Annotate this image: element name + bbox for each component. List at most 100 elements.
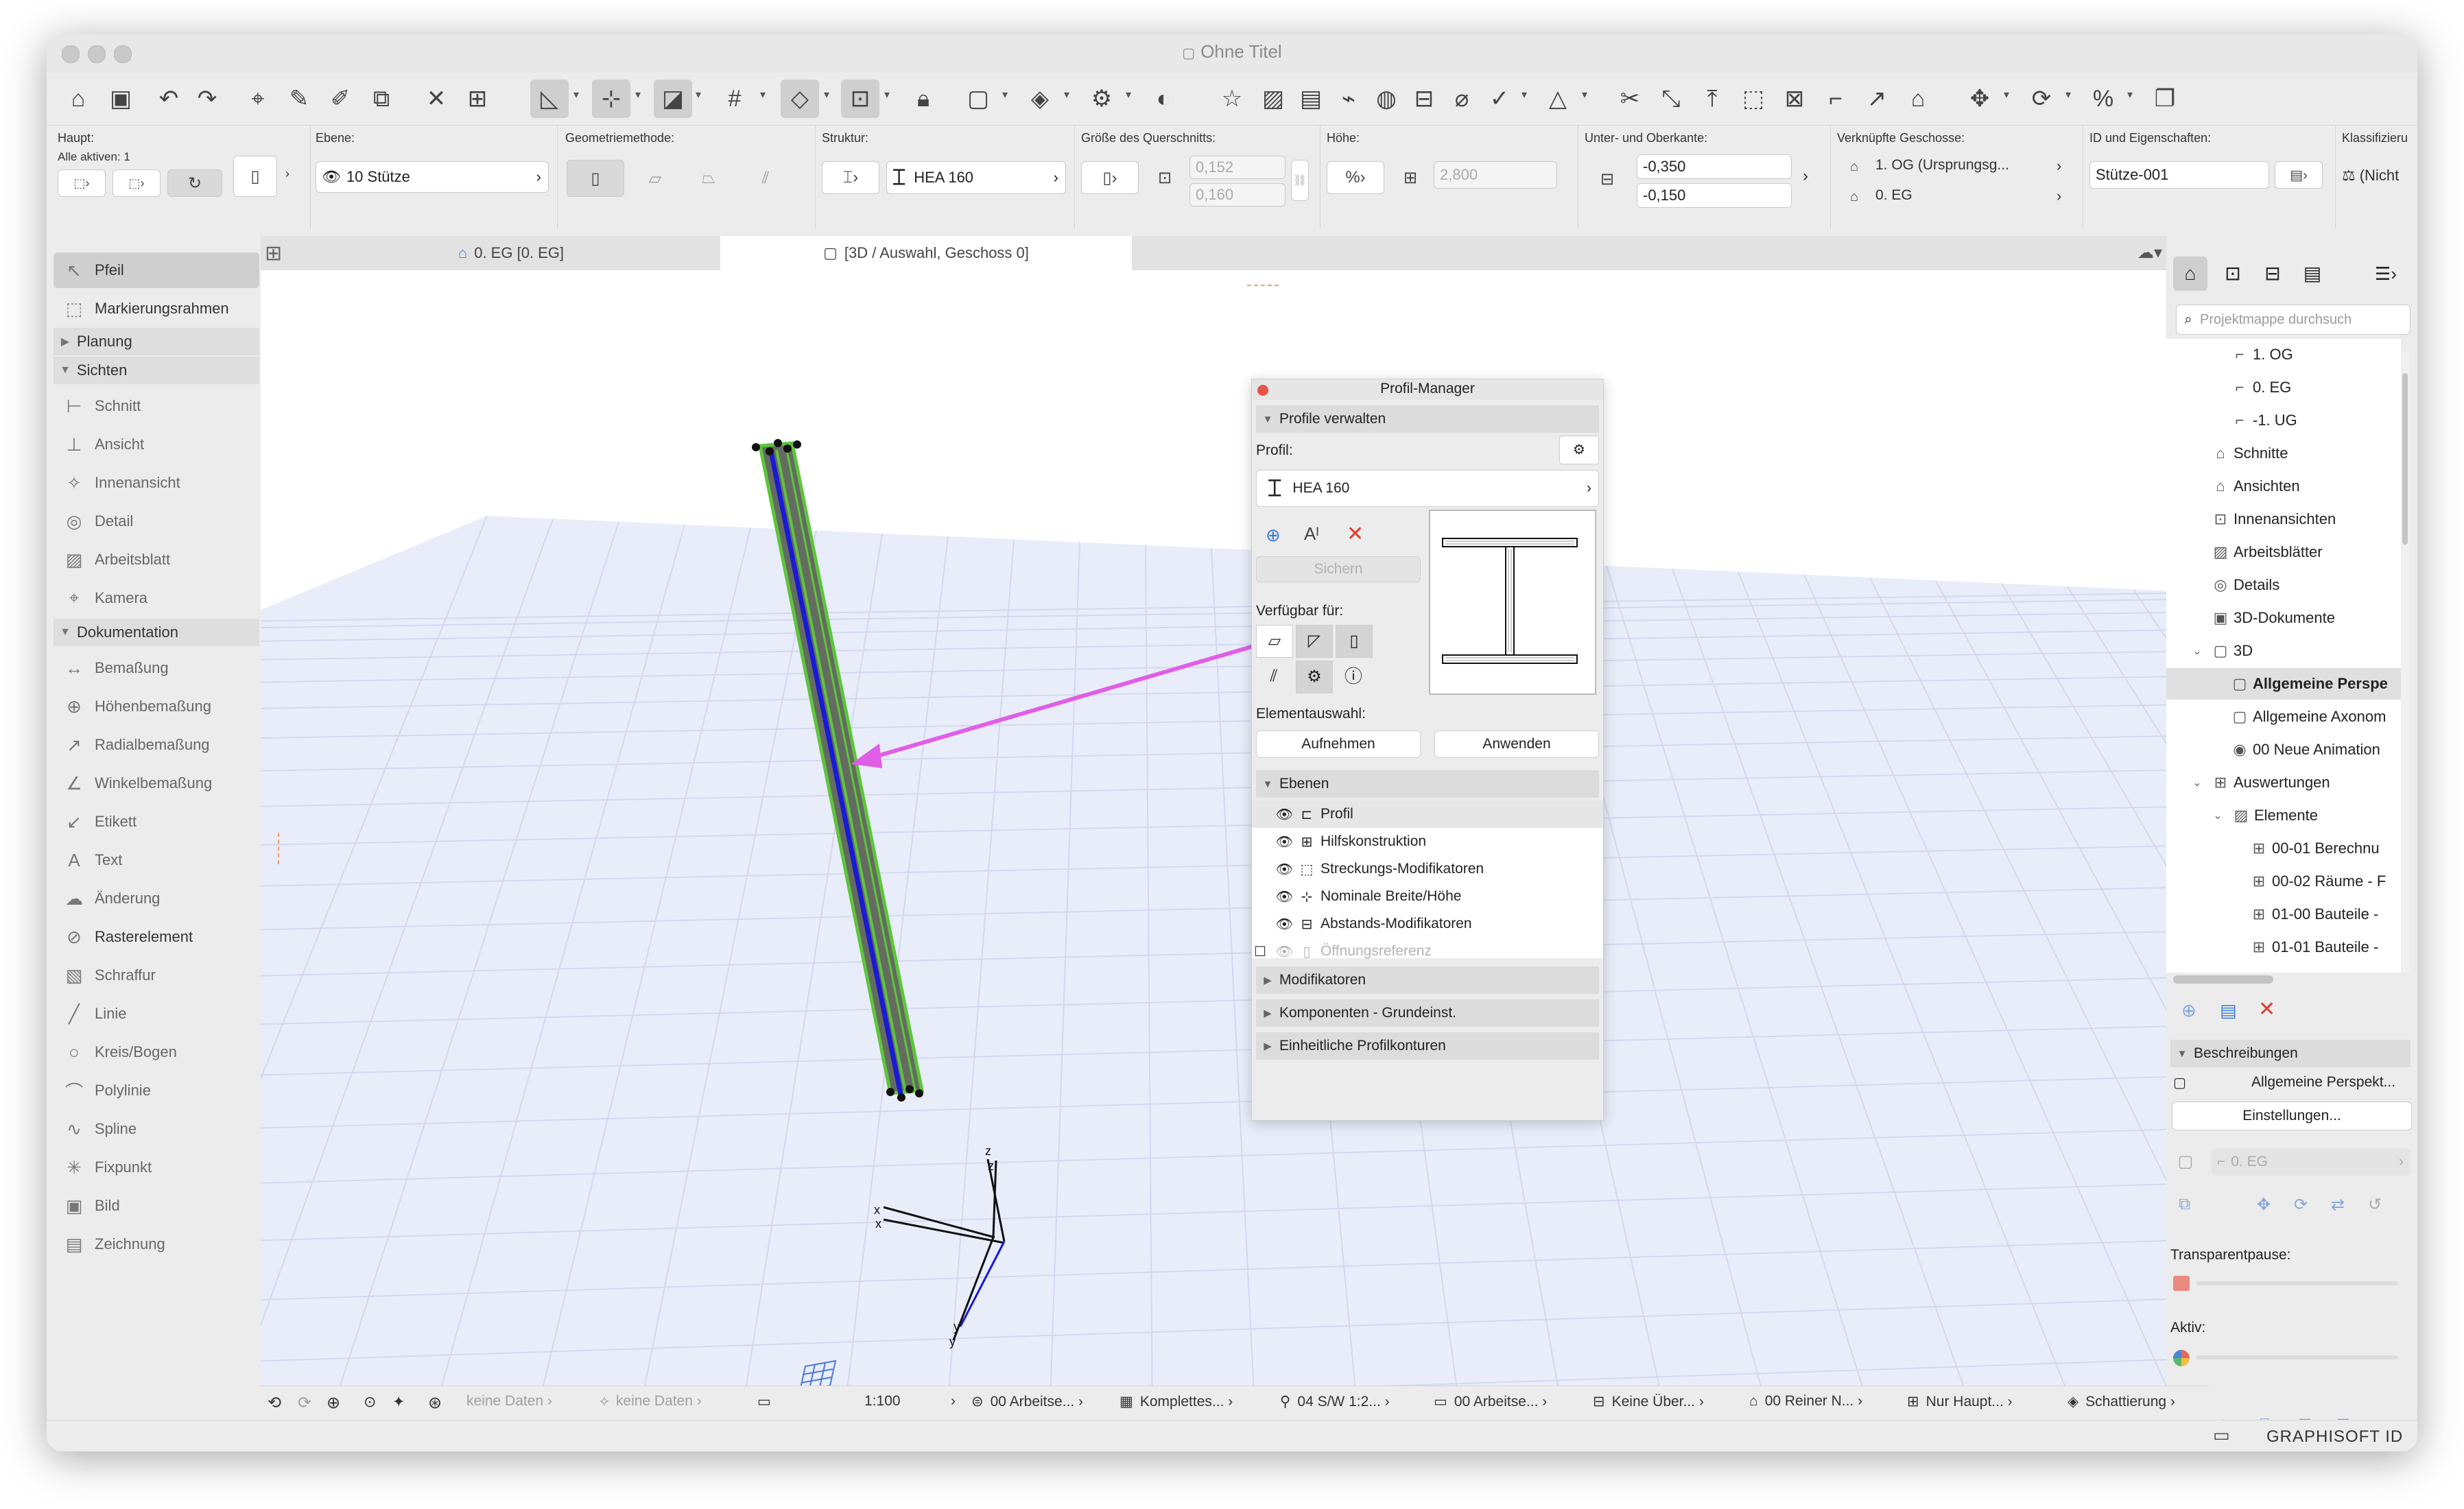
chevron-down-icon[interactable]: ▾ <box>760 88 766 102</box>
eye-icon[interactable]: 👁︎ <box>1252 861 1293 878</box>
layout-book-icon[interactable]: ▤ <box>1292 80 1330 118</box>
chevron-down-icon[interactable]: ▾ <box>824 88 829 102</box>
status-overrides[interactable]: ▭ 00 Arbeitse... › <box>1434 1393 1547 1410</box>
pick-up-icon[interactable]: ⌖ <box>239 80 277 118</box>
tool-ansicht[interactable]: ⊥ Ansicht <box>54 427 259 462</box>
available-wall-button[interactable]: ▱ <box>1256 625 1293 658</box>
chevron-down-icon[interactable]: ▾ <box>1582 88 1587 102</box>
stretch-icon[interactable]: ⬚ <box>1734 80 1773 118</box>
rotate-icon[interactable]: ⟲ <box>268 1393 281 1413</box>
link-dimensions-icon[interactable]: ⛓ <box>1291 160 1309 201</box>
status-layer-combination[interactable]: ⊜ 00 Arbeitse... › <box>971 1393 1083 1410</box>
tree-item[interactable]: ⌄ ▢ 3D <box>2187 635 2253 667</box>
layer-row-abstand[interactable]: 👁︎ ⊟ Abstands-Modifikatoren <box>1252 910 1603 938</box>
rotate-view-button[interactable]: ↻ <box>167 169 222 197</box>
graphisoft-icon[interactable]: ◐ <box>1144 80 1183 118</box>
height-value-field[interactable]: 2,800 <box>1434 161 1557 189</box>
selection-mode-button[interactable]: ⬚› <box>58 169 106 197</box>
tree-item[interactable]: ◎ Details <box>2207 569 2279 601</box>
tool-detail[interactable]: ◎ Detail <box>54 503 259 539</box>
status-keine-daten-2[interactable]: ⟡ keine Daten › <box>600 1393 702 1410</box>
link-icon[interactable]: ⌁ <box>1329 80 1368 118</box>
eye-icon[interactable]: 👁︎ <box>1268 943 1293 960</box>
resize-icon[interactable]: ⊠ <box>1775 80 1814 118</box>
height-field[interactable]: 0,160 <box>1189 183 1286 206</box>
tool-marquee[interactable]: ⬚ Markierungsrahmen <box>54 291 259 326</box>
section-profilkonturen[interactable]: ▶ Einheitliche Profilkonturen <box>1256 1032 1599 1060</box>
layer-row-nominal[interactable]: 👁︎ ⊹ Nominale Breite/Höhe <box>1252 883 1603 910</box>
tag-icon[interactable]: ⌀ <box>1443 80 1481 118</box>
checkbox-icon[interactable]: ☐ <box>1252 943 1268 960</box>
section-modifikatoren[interactable]: ▶ Modifikatoren <box>1256 966 1599 994</box>
tool-kamera[interactable]: ⌖ Kamera <box>54 580 259 616</box>
snap-points-icon[interactable]: ◪ <box>654 80 692 118</box>
status-pen-set[interactable]: ⚲ 04 S/W 1:2... › <box>1280 1393 1390 1410</box>
layer-row-profil[interactable]: 👁︎ ⊏ Profil <box>1252 800 1603 828</box>
guide-lines-icon[interactable]: ◺ <box>530 80 569 118</box>
tree-item-selected[interactable]: ▢ Allgemeine Perspe <box>2227 668 2388 700</box>
tree-item[interactable]: ⌄ ▨ Elemente <box>2207 800 2318 831</box>
tool-bemassung[interactable]: ↔ Bemaßung <box>54 650 259 686</box>
orbit-icon[interactable]: ⊙ <box>364 1393 376 1411</box>
group-dokumentation[interactable]: ▼ Dokumentation <box>54 619 259 646</box>
tool-schnitt[interactable]: ⊢ Schnitt <box>54 388 259 424</box>
delete-view-icon[interactable]: ✕ <box>2258 997 2275 1021</box>
chevron-right-icon[interactable]: › <box>1803 167 1808 186</box>
tree-item[interactable]: ▨ Arbeitsblätter <box>2207 536 2323 568</box>
suspend-groups-icon[interactable]: ▢ <box>959 80 997 118</box>
tree-item[interactable]: ▣ 3D-Dokumente <box>2207 602 2335 634</box>
chevron-right-icon[interactable]: › <box>2057 187 2061 205</box>
rotate-reference-icon[interactable]: ⟳ <box>2294 1195 2308 1215</box>
tab-floor-plan[interactable]: ⌂ 0. EG [0. EG] <box>302 236 720 270</box>
inject-icon[interactable]: ✐ <box>321 80 359 118</box>
layout-icon[interactable]: ⊞ <box>458 80 497 118</box>
fillet-icon[interactable]: ⌐ <box>1816 80 1855 118</box>
properties-button[interactable]: ▤› <box>2275 161 2323 189</box>
layout-book-icon[interactable]: ⊟ <box>2255 257 2290 291</box>
chevron-down-icon[interactable]: ▾ <box>1126 88 1131 102</box>
chevron-down-icon[interactable]: ▾ <box>1002 88 1008 102</box>
clone-view-icon[interactable]: ▤ <box>2220 1000 2237 1021</box>
add-view-icon[interactable]: ⊕ <box>2181 1000 2196 1021</box>
structure-type-button[interactable]: ⌶› <box>822 161 879 194</box>
eye-icon[interactable]: 👁︎ <box>1252 888 1293 905</box>
slant-button[interactable]: %› <box>1327 161 1384 194</box>
rotate-icon[interactable]: ⟳ <box>2022 80 2061 118</box>
graphisoft-id-link[interactable]: GRAPHISOFT ID <box>2266 1427 2403 1447</box>
chevron-down-icon[interactable]: ▾ <box>884 88 890 102</box>
tree-item[interactable]: ⌐ -1. UG <box>2227 405 2297 436</box>
available-handrail-button[interactable]: ⫽ <box>1256 661 1292 692</box>
star-icon[interactable]: ☆ <box>1213 80 1251 118</box>
attributes-icon[interactable]: ⊟ <box>1405 80 1443 118</box>
window-layout-icon[interactable]: ▭ <box>2213 1425 2230 1446</box>
tab-options-icon[interactable]: ☁▾ <box>2137 243 2162 263</box>
check-icon[interactable]: ✓ <box>1480 80 1519 118</box>
profile-select[interactable]: ⌶ HEA 160 › <box>886 161 1066 194</box>
redo-zoom-icon[interactable]: ⟳ <box>298 1393 311 1413</box>
geometry-slanted-button[interactable]: ▱ <box>631 160 679 197</box>
tool-arrow[interactable]: ↖ Pfeil <box>54 252 259 288</box>
snap-guides-icon[interactable]: ⊹ <box>592 80 630 118</box>
geometry-segmented-button[interactable]: ⫽ <box>738 160 793 197</box>
anchor-button[interactable]: ▯› <box>1081 161 1139 194</box>
move-icon[interactable]: ✥ <box>1960 80 1999 118</box>
eye-icon[interactable]: 👁︎ <box>1252 916 1293 933</box>
duplicate-icon[interactable]: ❐ <box>2146 80 2184 118</box>
transform-icon[interactable]: ⧉ <box>362 80 401 118</box>
move-reference-icon[interactable]: ✥ <box>2257 1195 2271 1215</box>
tool-kreis[interactable]: ○ Kreis/Bogen <box>54 1034 259 1070</box>
zoom-fit-icon[interactable]: ⊛ <box>428 1393 442 1413</box>
save-icon[interactable]: ▣ <box>102 80 140 118</box>
menu-icon[interactable]: ☰› <box>2365 257 2406 291</box>
status-renovation[interactable]: ⌂ 00 Reiner N... › <box>1749 1393 1862 1410</box>
syringe-icon[interactable]: ✎ <box>280 80 318 118</box>
profile-settings-icon[interactable]: ⚙ <box>1559 436 1599 464</box>
home-icon[interactable]: ⌂ <box>59 80 97 118</box>
scissors-icon[interactable]: ✂ <box>1611 80 1649 118</box>
image-icon[interactable]: ▨ <box>1254 80 1292 118</box>
id-field[interactable]: Stütze-001 <box>2089 161 2269 189</box>
group-sichten[interactable]: ▼ Sichten <box>54 357 259 384</box>
layer-select[interactable]: 👁︎ 10 Stütze › <box>316 161 549 193</box>
tree-item[interactable]: ⊞ 00-02 Räume - F <box>2246 866 2386 897</box>
chevron-down-icon[interactable]: ▾ <box>2004 88 2009 102</box>
